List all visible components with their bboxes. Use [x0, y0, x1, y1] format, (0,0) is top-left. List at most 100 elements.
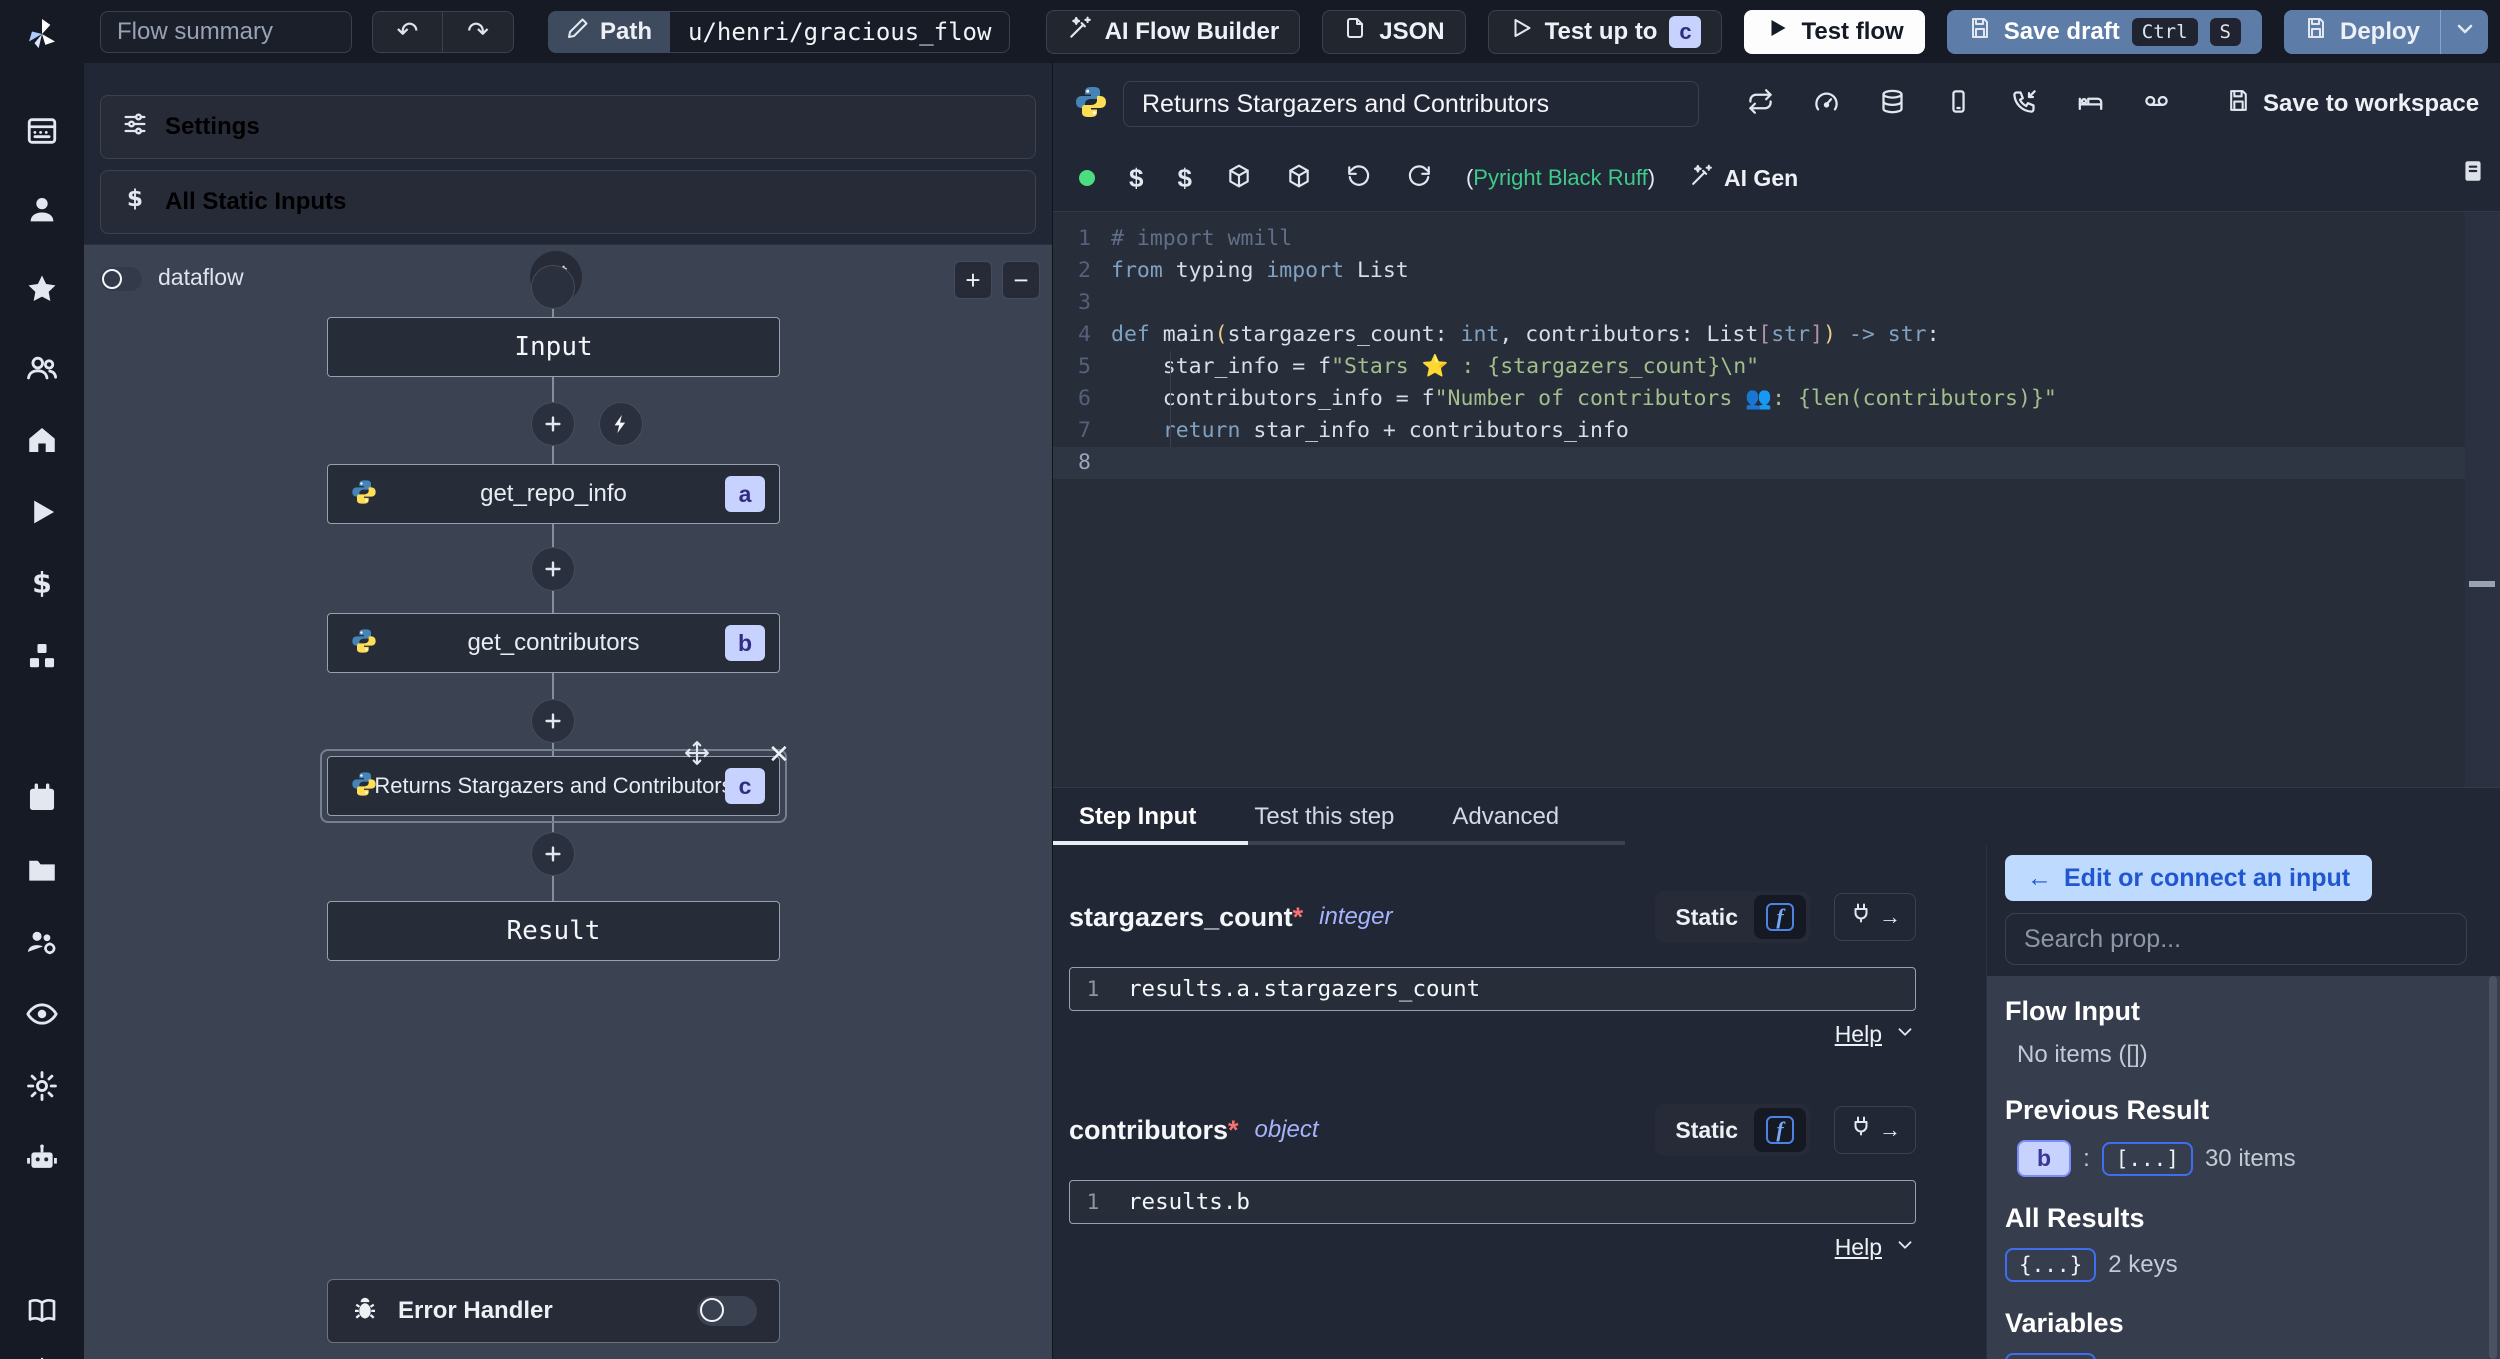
code-editor[interactable]: 1 # import wmill 2 from typing import List 3… [1053, 211, 2500, 788]
dataflow-toggle[interactable] [100, 267, 142, 291]
trigger-bolt-button[interactable] [599, 402, 643, 446]
save-draft-button[interactable]: Save draft Ctrl S [1946, 9, 2262, 54]
test-up-to-button[interactable]: Test up to c [1487, 9, 1723, 54]
bed-icon[interactable] [2077, 88, 2104, 120]
undo-button[interactable]: ↶ [373, 11, 443, 52]
tab-test-this-step[interactable]: Test this step [1254, 803, 1394, 831]
search-prop-input[interactable] [2005, 913, 2467, 965]
brightness-icon[interactable] [20, 1348, 64, 1359]
code-line[interactable]: 2 from typing import List [1053, 255, 2500, 287]
code-line[interactable]: 8 [1053, 447, 2500, 479]
tab-advanced[interactable]: Advanced [1452, 803, 1559, 831]
path-chip[interactable]: Path u/henri/gracious_flow [548, 10, 1011, 53]
tab-step-input[interactable]: Step Input [1079, 803, 1196, 831]
move-node-handle[interactable] [684, 740, 710, 771]
flow-settings-button[interactable]: Settings [100, 95, 1036, 159]
app-window-icon[interactable] [20, 109, 64, 153]
chevron-down-icon[interactable] [1894, 1234, 1916, 1261]
script-library-icon[interactable] [2460, 158, 2486, 189]
object-expand-chip[interactable]: {...} [2005, 1248, 2097, 1282]
help-link[interactable]: Help [1835, 1021, 1882, 1048]
flow-summary-input[interactable] [100, 10, 352, 53]
expression-input[interactable]: 1 results.a.stargazers_count [1069, 967, 1916, 1011]
step-title-input[interactable] [1123, 81, 1699, 127]
package-icon[interactable] [1286, 163, 1312, 194]
step-node-a[interactable]: get_repo_info a [327, 464, 780, 524]
code-line[interactable]: 7 return star_info + contributors_info [1053, 415, 2500, 447]
ai-flow-builder-button[interactable]: AI Flow Builder [1045, 9, 1301, 54]
variables-expand-chip[interactable]: {...} [2005, 1353, 2097, 1359]
zoom-out-button[interactable]: − [1002, 261, 1040, 299]
code-line[interactable]: 3 [1053, 287, 2500, 319]
graph-top-node[interactable] [531, 265, 575, 309]
static-mode-label[interactable]: Static [1659, 1117, 1754, 1144]
zoom-in-button[interactable]: + [954, 261, 992, 299]
boxes-icon[interactable] [20, 634, 64, 678]
users-gear-icon[interactable] [20, 920, 64, 964]
code-line[interactable]: 1 # import wmill [1053, 223, 2500, 255]
windmill-logo[interactable] [22, 14, 62, 59]
help-link[interactable]: Help [1835, 1234, 1882, 1261]
undo-rotate-icon[interactable] [1346, 163, 1372, 194]
home-icon[interactable] [20, 418, 64, 462]
phone-incoming-icon[interactable] [2011, 88, 2038, 120]
star-icon[interactable] [20, 267, 64, 311]
flow-input-node[interactable]: Input [327, 317, 780, 377]
error-handler-node[interactable]: Error Handler [327, 1279, 780, 1343]
add-step-button[interactable] [531, 832, 575, 876]
resource-picker-icon[interactable]: $ [1177, 163, 1191, 194]
code-line[interactable]: 5 star_info = f"Stars ⭐ : {stargazers_co… [1053, 351, 2500, 383]
dollar-icon[interactable]: $ [20, 562, 64, 606]
gauge-icon[interactable] [1813, 88, 1840, 120]
user-icon[interactable] [20, 188, 64, 232]
props-scrollbar[interactable] [2489, 976, 2497, 1359]
variable-picker-icon[interactable]: $ [1129, 163, 1143, 194]
database-icon[interactable] [1879, 88, 1906, 120]
robot-icon[interactable] [20, 1136, 64, 1180]
path-value[interactable]: u/henri/gracious_flow [670, 10, 1011, 53]
deploy-button[interactable]: Deploy [2283, 9, 2440, 54]
edit-or-connect-button[interactable]: ← Edit or connect an input [2005, 855, 2373, 901]
code-line[interactable]: 6 contributors_info = f"Number of contri… [1053, 383, 2500, 415]
editor-scrollbar[interactable] [2465, 213, 2500, 788]
users-icon[interactable] [20, 346, 64, 390]
calendar-icon[interactable] [20, 776, 64, 820]
step-node-c-selected[interactable]: Returns Stargazers and Contributors c [327, 756, 780, 816]
test-flow-button[interactable]: Test flow [1744, 9, 1925, 54]
add-step-button[interactable] [531, 547, 575, 591]
smartphone-icon[interactable] [1945, 88, 1972, 120]
voicemail-icon[interactable] [2143, 88, 2170, 120]
delete-node-icon[interactable]: ✕ [768, 739, 790, 770]
code-line[interactable]: 4 def main(stargazers_count: int, contrib… [1053, 319, 2500, 351]
javascript-expr-mode-button[interactable]: f [1754, 895, 1806, 939]
add-step-button[interactable] [531, 402, 575, 446]
save-to-workspace-button[interactable]: Save to workspace [2226, 88, 2479, 120]
static-mode-label[interactable]: Static [1659, 904, 1754, 931]
step-node-b[interactable]: get_contributors b [327, 613, 780, 673]
json-button[interactable]: JSON [1322, 9, 1466, 54]
redo-button[interactable]: ↷ [443, 12, 513, 52]
folder-icon[interactable] [20, 848, 64, 892]
deploy-dropdown-button[interactable] [2440, 9, 2488, 54]
connect-input-button[interactable]: → [1834, 893, 1916, 941]
eye-icon[interactable] [20, 992, 64, 1036]
connect-input-button[interactable]: → [1834, 1106, 1916, 1154]
add-step-button[interactable] [531, 699, 575, 743]
package-icon[interactable] [1226, 163, 1252, 194]
scrollbar-thumb[interactable] [2469, 581, 2495, 587]
repeat-icon[interactable] [1747, 88, 1774, 120]
lint-status[interactable]: (Pyright Black Ruff) [1466, 165, 1655, 191]
gear-icon[interactable] [20, 1064, 64, 1108]
ai-gen-button[interactable]: AI Gen [1689, 163, 1798, 194]
array-expand-chip[interactable]: [...] [2101, 1141, 2193, 1176]
play-icon[interactable] [20, 490, 64, 534]
step-b-badge[interactable]: b [2017, 1140, 2072, 1177]
chevron-down-icon[interactable] [1894, 1021, 1916, 1048]
javascript-expr-mode-button[interactable]: f [1754, 1108, 1806, 1152]
error-handler-toggle[interactable] [697, 1296, 757, 1326]
expression-input[interactable]: 1 results.b [1069, 1180, 1916, 1224]
flow-result-node[interactable]: Result [327, 901, 780, 961]
refresh-rotate-icon[interactable] [1406, 163, 1432, 194]
all-static-inputs-button[interactable]: $ All Static Inputs [100, 170, 1036, 234]
book-icon[interactable] [20, 1288, 64, 1332]
